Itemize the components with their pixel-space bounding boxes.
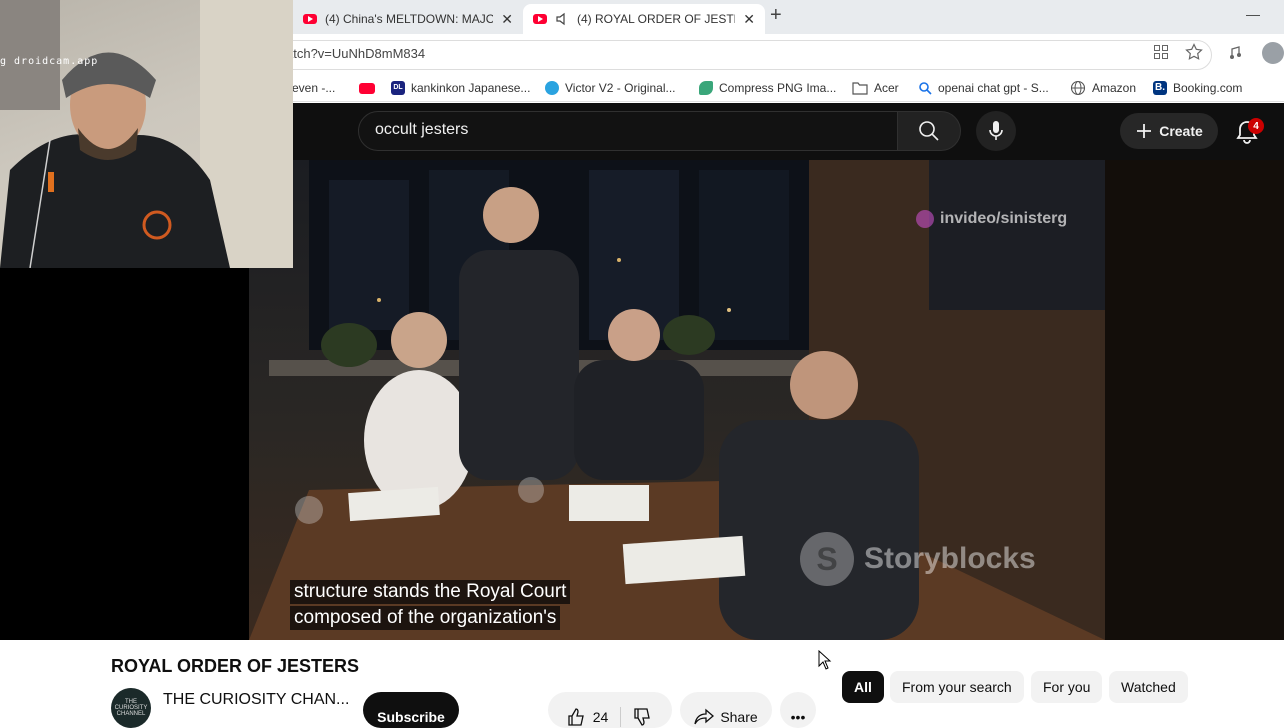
speaker-icon[interactable] [555, 12, 569, 26]
bookmark-item-youtube[interactable] [359, 80, 375, 96]
url-text[interactable]: atch?v=UuNhD8mM834 [286, 46, 425, 61]
search-icon [919, 82, 932, 95]
subscribe-button[interactable]: Subscribe [363, 692, 459, 728]
chip-all[interactable]: All [842, 671, 884, 703]
bookmark-item[interactable]: DL kankinkon Japanese... [391, 80, 530, 96]
like-dislike-group: 24 [548, 692, 672, 728]
bookmark-item[interactable]: Compress PNG Ima... [699, 80, 836, 96]
more-actions-button[interactable]: ••• [780, 692, 816, 728]
invideo-watermark: invideo/sinisterg [916, 210, 1067, 228]
youtube-favicon-icon [533, 14, 547, 24]
webcam-overlay [0, 0, 293, 268]
share-button[interactable]: Share [680, 692, 772, 728]
storyblocks-logo-icon: S [800, 532, 854, 586]
media-control-icon[interactable] [1228, 45, 1244, 66]
invideo-watermark-text: invideo/sinisterg [940, 210, 1068, 227]
create-label: Create [1159, 123, 1203, 139]
tab-title: (4) China's MELTDOWN: MAJOR E [325, 12, 494, 26]
tinypng-icon [699, 81, 713, 95]
bookmark-label: Victor V2 - Original... [565, 81, 676, 95]
bookmark-label: Amazon [1092, 81, 1137, 95]
caption-line-2: composed of the organization's [290, 606, 561, 630]
new-tab-button[interactable]: + [770, 4, 782, 27]
chip-watched[interactable]: Watched [1109, 671, 1188, 703]
invideo-logo-icon [916, 210, 934, 228]
folder-icon [852, 82, 868, 95]
youtube-favicon-icon [303, 14, 317, 24]
storyblocks-watermark-text: Storyblocks [864, 542, 1036, 575]
bookmark-label: Acer [874, 81, 899, 95]
storyblocks-watermark: S Storyblocks [800, 532, 1036, 586]
youtube-icon [359, 82, 375, 94]
bookmark-label: Compress PNG Ima... [719, 81, 837, 95]
like-count[interactable]: 24 [593, 709, 609, 725]
share-arrow-icon [694, 708, 715, 725]
bookmark-item[interactable]: B. Booking.com [1153, 80, 1242, 96]
tab-china-meltdown[interactable]: (4) China's MELTDOWN: MAJOR E ✕ [293, 4, 523, 34]
minimize-window-button[interactable]: — [1246, 6, 1260, 22]
search-input-value[interactable]: occult jesters [375, 121, 468, 139]
tab-title: (4) ROYAL ORDER OF JESTERS [577, 12, 735, 26]
chip-for-you[interactable]: For you [1031, 671, 1103, 703]
bookmark-star-icon[interactable] [1185, 43, 1203, 66]
webcam-app-label: g droidcam.app [0, 56, 99, 67]
bookmark-label: Booking.com [1173, 81, 1243, 95]
bookmark-label: openai chat gpt - S... [938, 81, 1049, 95]
share-label: Share [720, 709, 758, 725]
caption-line-1: structure stands the Royal Court [290, 580, 571, 604]
victor-icon [545, 81, 559, 95]
bookmark-item[interactable]: even -... [292, 80, 335, 96]
create-button[interactable]: Create [1120, 113, 1218, 149]
notification-count-badge: 4 [1248, 118, 1264, 134]
plus-icon [1137, 124, 1152, 138]
webcam-person-image [0, 0, 293, 268]
close-tab-icon[interactable]: ✕ [743, 11, 755, 28]
divider [620, 707, 622, 727]
bookmark-item[interactable]: Acer [852, 80, 899, 96]
video-title: ROYAL ORDER OF JESTERS [111, 656, 360, 676]
bookmark-item[interactable]: openai chat gpt - S... [918, 80, 1049, 96]
thumbs-up-icon[interactable] [567, 707, 587, 727]
thumbs-down-icon[interactable] [633, 707, 653, 727]
extensions-grid-icon[interactable] [1153, 44, 1169, 65]
dl-icon: DL [391, 81, 405, 95]
bookmark-label: kankinkon Japanese... [411, 81, 531, 95]
search-icon [919, 121, 939, 141]
booking-icon: B. [1153, 81, 1167, 95]
voice-search-button[interactable] [976, 111, 1016, 151]
globe-icon [1070, 80, 1086, 96]
video-letterbox-right [1105, 160, 1284, 640]
chip-from-your-search[interactable]: From your search [890, 671, 1024, 703]
close-tab-icon[interactable]: ✕ [501, 11, 513, 28]
channel-name[interactable]: THE CURIOSITY CHAN... [163, 691, 349, 709]
bookmark-label: even -... [292, 81, 336, 95]
bookmark-item[interactable]: Amazon [1070, 80, 1136, 96]
bookmark-item[interactable]: Victor V2 - Original... [545, 80, 675, 96]
microphone-icon [989, 121, 1003, 140]
tab-royal-order[interactable]: (4) ROYAL ORDER OF JESTERS ✕ [523, 4, 765, 34]
mouse-cursor-icon [818, 650, 832, 670]
search-button[interactable] [897, 111, 961, 151]
profile-avatar[interactable] [1262, 42, 1284, 64]
channel-avatar[interactable]: THE CURIOSITY CHANNEL [111, 688, 151, 728]
